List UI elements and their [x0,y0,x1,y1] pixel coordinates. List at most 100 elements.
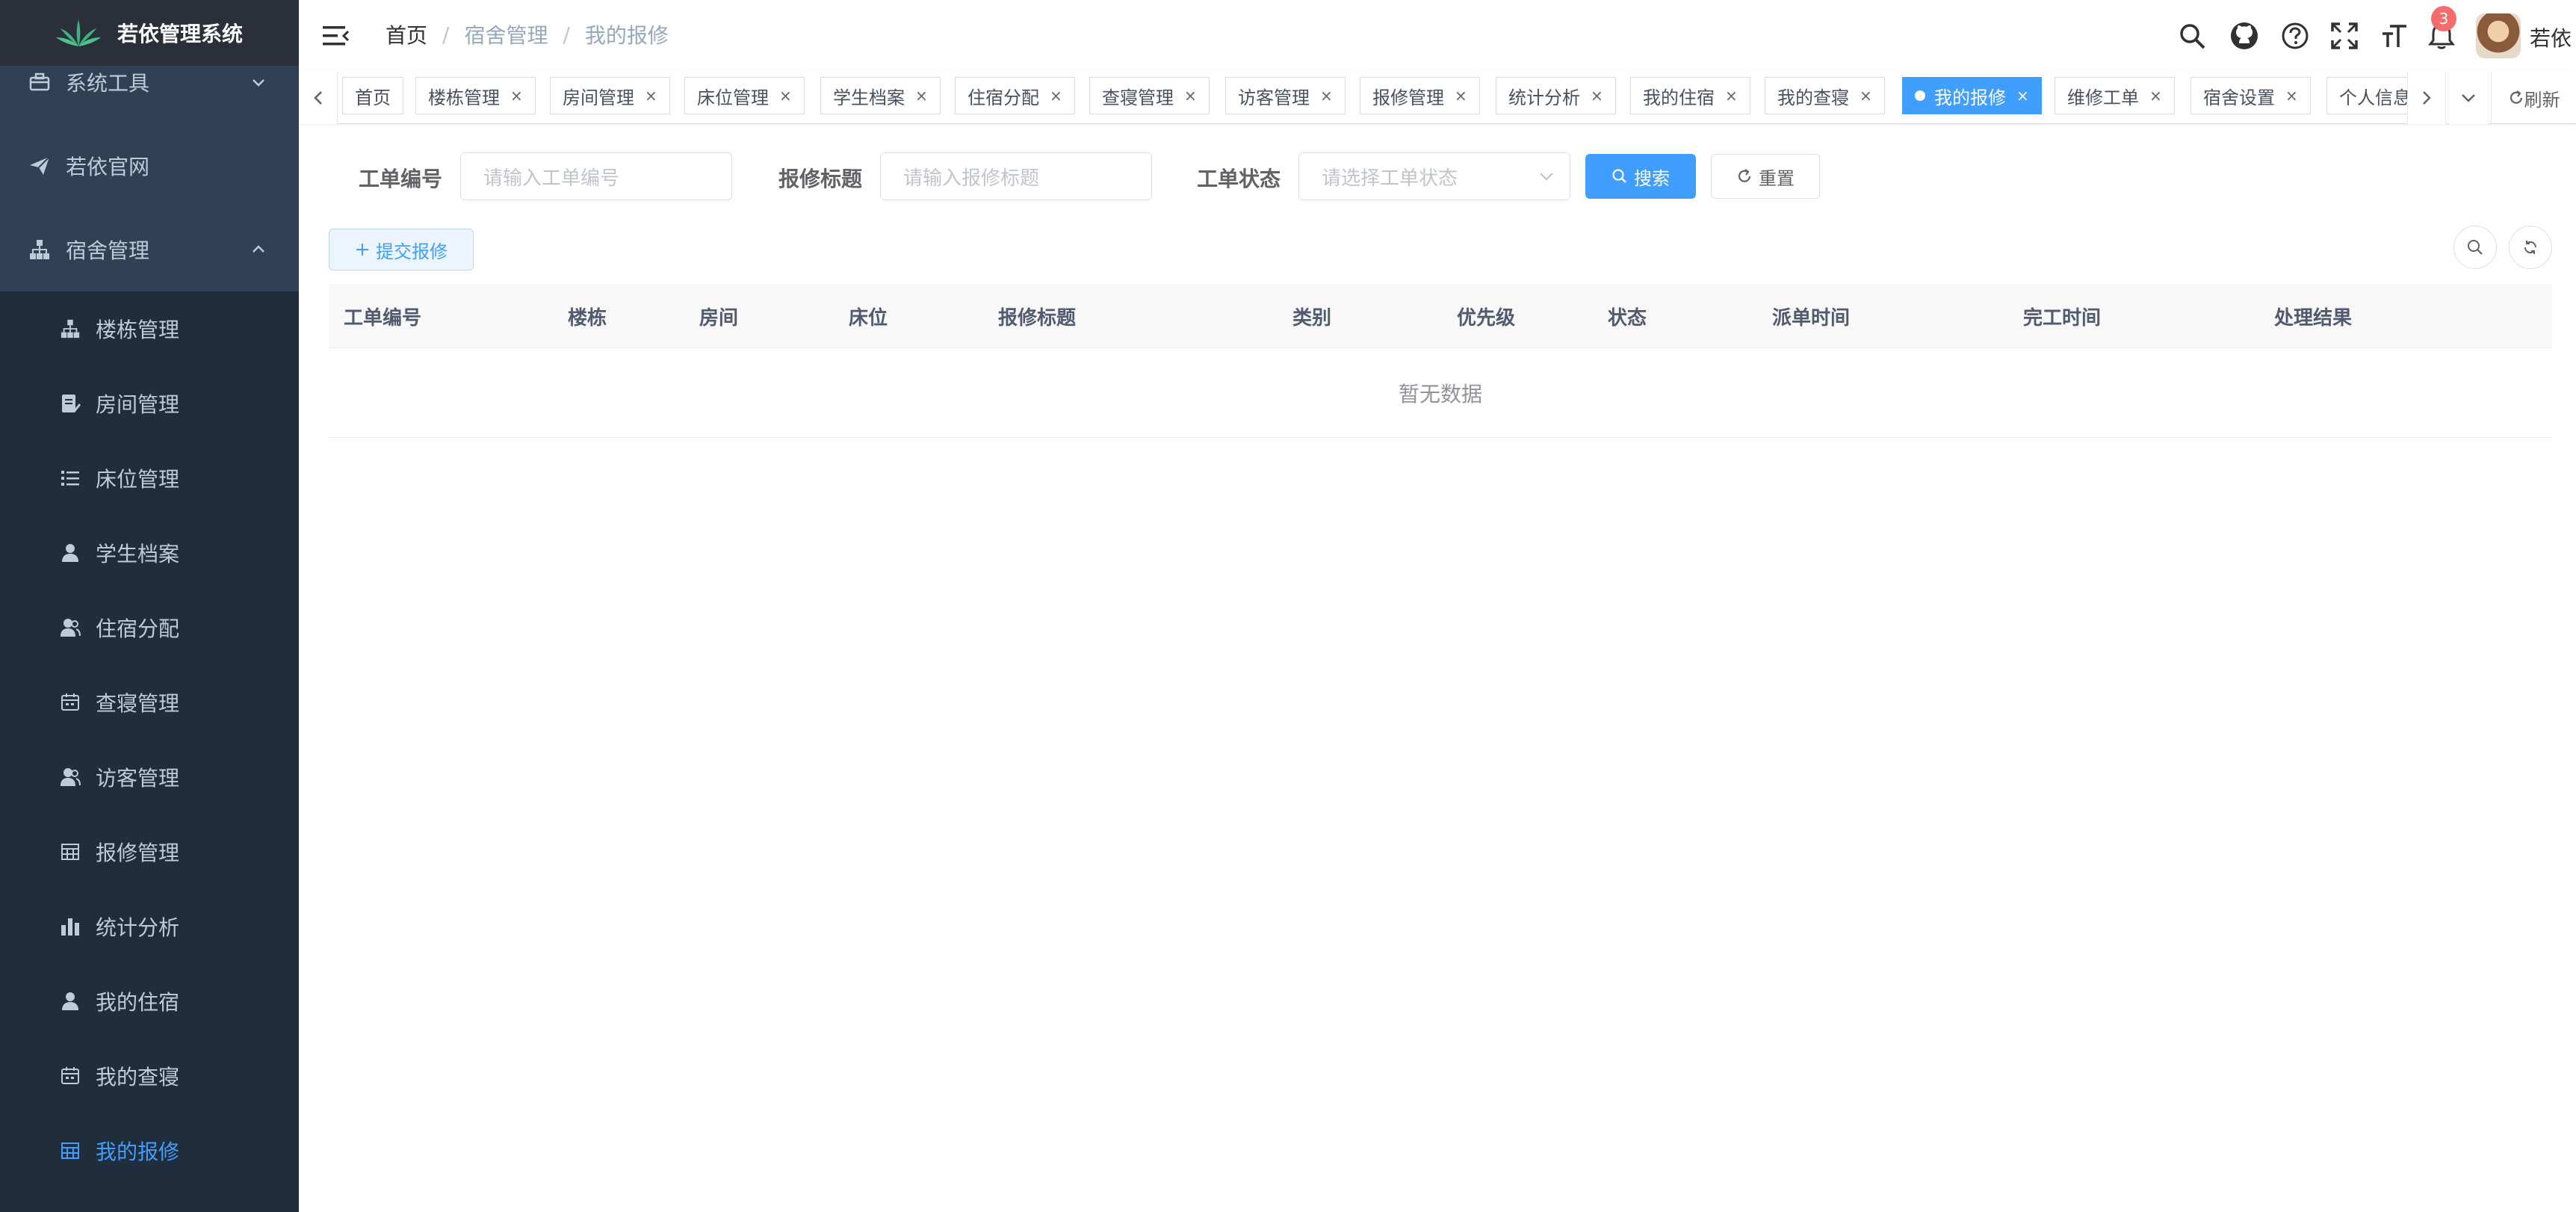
toolbox-icon [27,69,52,95]
sidebar-item-label: 学生档案 [96,542,180,566]
close-icon[interactable]: × [2016,87,2029,105]
sidebar-item-my-inspection[interactable]: 我的查寝 [0,1039,299,1113]
sidebar-item-label: 若依官网 [66,155,150,179]
search-button[interactable]: 搜索 [1585,154,1696,199]
sidebar-item-room[interactable]: 房间管理 [0,366,299,441]
close-icon[interactable]: × [1455,87,1467,105]
user-icon [58,989,82,1013]
sidebar-item-statistics[interactable]: 统计分析 [0,889,299,964]
sidebar-item-visitor[interactable]: 访客管理 [0,740,299,814]
order-status-select[interactable]: 请选择工单状态 [1298,152,1570,200]
tab-tag[interactable]: 查寝管理 × [1089,77,1210,114]
hamburger-icon[interactable] [321,21,351,51]
user-name[interactable]: 若依 [2530,22,2572,52]
tab-tag-label: 床位管理 [697,87,769,108]
tab-tag[interactable]: 学生档案 × [820,77,941,114]
breadcrumb-current: 我的报修 [584,23,669,48]
tab-tag[interactable]: 维修工单 × [2055,77,2175,114]
search-icon [1612,169,1626,183]
close-icon[interactable]: × [1860,87,1872,105]
send-icon [27,153,52,179]
github-icon[interactable] [2228,19,2261,52]
sidebar-item-bed[interactable]: 床位管理 [0,441,299,516]
sidebar-item-label: 查寝管理 [96,691,180,716]
tab-tag[interactable]: 访客管理 × [1225,77,1346,114]
sidebar-item-label: 住宿分配 [96,616,180,641]
sidebar-item-building[interactable]: 楼栋管理 [0,291,299,366]
tags-refresh-button[interactable]: 刷新 [2491,72,2576,124]
sidebar-item-my-repair[interactable]: 我的报修 [0,1113,299,1188]
close-icon[interactable]: × [2149,87,2162,105]
tab-tag[interactable]: 宿舍设置 × [2190,77,2311,114]
close-icon[interactable]: × [1050,87,1062,105]
peoples-icon [58,616,82,640]
order-no-input[interactable]: 请输入工单编号 [460,152,732,200]
toggle-search-button[interactable] [2453,226,2497,269]
tab-tag[interactable]: 统计分析 × [1496,77,1616,114]
close-icon[interactable]: × [645,87,657,105]
tags-menu-chevron-down-icon[interactable] [2449,72,2488,124]
close-icon[interactable]: × [2285,87,2298,105]
tags-list: 首页 楼栋管理 × 房间管理 × 床位管理 × 学生档案 × 住宿分配 × 查寝管理 × 访客管理 × 报修管… [342,72,2407,124]
tab-tag[interactable]: 我的报修 × [1902,77,2042,114]
chevron-down-icon [1540,173,1553,181]
date-icon [58,1064,82,1088]
close-icon[interactable]: × [1725,87,1738,105]
sidebar-item-label: 我的查寝 [96,1065,180,1089]
sidebar-item-label: 系统工具 [66,71,150,96]
date-icon [58,690,82,714]
tab-tag[interactable]: 住宿分配 × [955,77,1075,114]
tags-scroll-left-icon[interactable] [299,72,338,124]
search-icon[interactable] [2176,19,2208,52]
tab-tag[interactable]: 房间管理 × [550,77,670,114]
tab-tag[interactable]: 首页 [342,77,403,114]
edit-doc-icon [58,392,82,415]
close-icon[interactable]: × [1320,87,1333,105]
sidebar-item-label: 楼栋管理 [96,318,180,342]
sidebar-item-my-accommodation[interactable]: 我的住宿 [0,964,299,1039]
refresh-table-button[interactable] [2509,226,2552,269]
repair-title-input[interactable]: 请输入报修标题 [880,152,1152,200]
tab-tag[interactable]: 报修管理 × [1360,77,1480,114]
help-icon[interactable] [2279,19,2312,52]
reset-button[interactable]: 重置 [1711,154,1820,199]
sidebar-logo[interactable]: 若依管理系统 [0,0,299,66]
order-status-label: 工单状态 [1197,167,1281,191]
close-icon[interactable]: × [915,87,928,105]
sidebar-item-label: 宿舍管理 [66,238,150,263]
tab-tag[interactable]: 个人信息 [2326,77,2407,114]
list-icon [58,466,82,490]
breadcrumb-dorm: 宿舍管理 [464,23,548,48]
sidebar-item-dorm-management[interactable]: 宿舍管理 [0,208,299,291]
tab-tag[interactable]: 我的住宿 × [1630,77,1750,114]
submit-repair-button[interactable]: 提交报修 [329,229,474,270]
sidebar-item-allocation[interactable]: 住宿分配 [0,590,299,665]
sidebar-item-ruoyi-website[interactable]: 若依官网 [0,124,299,208]
fullscreen-icon[interactable] [2328,19,2361,52]
sidebar-item-repair-management[interactable]: 报修管理 [0,814,299,889]
breadcrumb-separator: / [563,22,570,47]
table-header-cell: 报修标题 [998,306,1077,330]
close-icon[interactable]: × [1184,87,1197,105]
tab-tag[interactable]: 楼栋管理 × [415,77,536,114]
breadcrumb-home[interactable]: 首页 [386,19,427,49]
sidebar-item-inspection[interactable]: 查寝管理 [0,665,299,740]
search-button-label: 搜索 [1634,167,1670,189]
order-no-label: 工单编号 [359,167,443,191]
tab-tag-label: 我的住宿 [1643,87,1715,108]
tags-scroll-right-icon[interactable] [2407,72,2446,124]
avatar[interactable] [2476,13,2521,58]
close-icon[interactable]: × [779,87,792,105]
close-icon[interactable]: × [510,87,523,105]
tags-view: 首页 楼栋管理 × 房间管理 × 床位管理 × 学生档案 × 住宿分配 × 查寝管理 × 访客管理 × 报修管… [299,72,2576,124]
notification-badge: 3 [2431,6,2456,31]
close-icon[interactable]: × [1591,87,1603,105]
table-icon [58,1139,82,1163]
tab-tag[interactable]: 我的查寝 × [1765,77,1885,114]
table-header-cell: 床位 [849,306,888,330]
font-size-icon[interactable] [2379,19,2412,52]
chevron-down-icon [248,72,269,93]
sidebar-item-student[interactable]: 学生档案 [0,516,299,590]
tab-tag[interactable]: 床位管理 × [684,77,805,114]
table-header-cell: 类别 [1292,306,1332,330]
